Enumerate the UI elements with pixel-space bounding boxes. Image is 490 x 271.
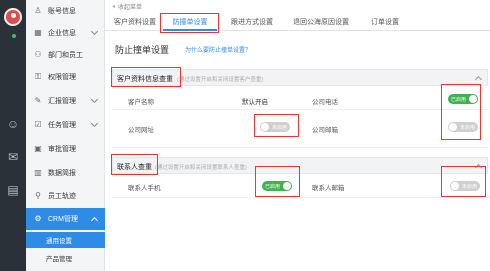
sidebar-item-crm[interactable]: ⚙ CRM管理 xyxy=(26,208,105,230)
section-contact-dedup[interactable]: 联系人查重 (通过设置开启和关闭设置联系人查重) xyxy=(112,157,488,174)
table-row: 客户名称 默认开启 公司电话 已启用 xyxy=(112,88,488,110)
online-status-icon xyxy=(12,34,16,38)
approval-icon: ▣ xyxy=(34,144,42,153)
menu-collapse-icon: ◂ xyxy=(112,4,116,10)
chevron-down-icon xyxy=(90,119,99,128)
collapse-menu-toggle[interactable]: ◂ 收起菜单 xyxy=(112,2,142,11)
chevron-up-icon[interactable] xyxy=(474,75,483,84)
highlight-box xyxy=(160,13,219,33)
main-panel: ◂ 收起菜单 客户资料设置 防撞单设置 跟进方式设置 退回公海原因设置 订单设置… xyxy=(105,0,490,271)
sidebar-subitem-label: 通用设置 xyxy=(46,238,72,245)
sidebar-subitem-label: 产品管理 xyxy=(46,256,72,263)
mail-icon[interactable]: ✉ xyxy=(5,150,21,164)
sidebar-item-label: 部门和员工 xyxy=(48,52,83,59)
building-icon: ▦ xyxy=(34,28,42,37)
field-label: 联系人手机 xyxy=(128,185,161,192)
sidebar-item-tasks[interactable]: ☑ 任务管理 xyxy=(26,114,105,136)
task-icon: ☑ xyxy=(34,120,42,129)
icon-rail: ☺ ✉ ▤ xyxy=(0,0,26,271)
tab-return-reason[interactable]: 退回公海原因设置 xyxy=(285,14,357,31)
collapse-menu-label: 收起菜单 xyxy=(118,5,143,11)
page-title: 防止撞单设置 xyxy=(115,45,170,55)
tab-order-settings[interactable]: 订单设置 xyxy=(363,14,407,31)
sidebar-item-account[interactable]: ♙ 账号信息 xyxy=(26,0,105,22)
tab-customer-info[interactable]: 客户资料设置 xyxy=(111,14,159,31)
field-label: 联系人邮箱 xyxy=(312,185,345,192)
chevron-down-icon xyxy=(90,95,99,104)
highlight-box xyxy=(441,166,486,197)
highlight-box xyxy=(111,67,181,87)
sidebar-item-label: 汇报管理 xyxy=(48,98,76,105)
chart-icon: ▥ xyxy=(34,168,42,177)
sidebar-item-label: 审批管理 xyxy=(48,146,76,153)
sidebar-item-label: 任务管理 xyxy=(48,122,76,129)
field-label: 客户名称 xyxy=(128,99,154,106)
sidebar-item-permissions[interactable]: ⚿ 权限管理 xyxy=(26,66,105,88)
field-label: 公司邮箱 xyxy=(312,127,338,134)
crm-icon: ⚙ xyxy=(34,214,42,223)
sidebar-item-data-brief[interactable]: ▥ 数据简报 xyxy=(26,162,105,184)
sidebar-item-reports[interactable]: ✎ 汇报管理 xyxy=(26,90,105,112)
sidebar-item-label: 企业信息 xyxy=(48,30,76,37)
user-icon: ♙ xyxy=(34,6,42,15)
highlight-box xyxy=(111,154,158,175)
highlight-box xyxy=(255,166,300,197)
location-icon: ⚲ xyxy=(35,191,41,200)
sidebar-item-label: CRM管理 xyxy=(48,216,78,223)
chevron-up-icon xyxy=(90,216,99,225)
avatar[interactable] xyxy=(4,8,22,26)
sidebar-item-label: 账号信息 xyxy=(48,8,76,15)
sidebar-item-label: 数据简报 xyxy=(48,170,76,177)
sidebar-subitem-products[interactable]: 产品管理 xyxy=(26,250,105,266)
sidebar-item-departments[interactable]: ⚇ 部门和员工 xyxy=(26,44,105,66)
field-label: 公司网址 xyxy=(128,127,154,134)
field-label: 公司电话 xyxy=(312,99,338,106)
sidebar-item-label: 权限管理 xyxy=(48,74,76,81)
sidebar-item-employee-track[interactable]: ⚲ 员工轨迹 xyxy=(26,185,105,207)
sidebar: ♙ 账号信息 ▦ 企业信息 ⚇ 部门和员工 ⚿ 权限管理 ✎ 汇报管理 ☑ 任务… xyxy=(26,0,105,271)
highlight-box xyxy=(441,84,481,140)
help-link[interactable]: 为什么要防止撞单设置？ xyxy=(185,45,251,54)
chat-icon[interactable]: ☺ xyxy=(5,117,21,131)
default-enabled-text: 默认开启 xyxy=(242,99,268,106)
sidebar-item-company[interactable]: ▦ 企业信息 xyxy=(26,22,105,44)
section-note: (通过设置开启和关闭设置联系人查重) xyxy=(155,165,247,171)
lock-icon: ⚿ xyxy=(34,72,42,81)
report-icon: ✎ xyxy=(34,96,42,105)
notebook-icon[interactable]: ▤ xyxy=(5,183,21,197)
tab-follow-up[interactable]: 跟进方式设置 xyxy=(224,14,280,31)
table-row: 联系人手机 已启用 联系人邮箱 未启用 xyxy=(112,174,488,198)
table-row: 公司网址 未启用 公司邮箱 未启用 xyxy=(112,110,488,148)
highlight-box xyxy=(254,114,299,137)
sidebar-item-label: 员工轨迹 xyxy=(48,193,76,200)
chevron-down-icon xyxy=(90,27,99,36)
section-note: (通过设置开启和关闭设置客户查重) xyxy=(177,77,264,83)
sidebar-item-approvals[interactable]: ▣ 审批管理 xyxy=(26,138,105,160)
sidebar-subitem-general-settings[interactable]: 通用设置 xyxy=(26,232,105,248)
org-icon: ⚇ xyxy=(34,50,42,59)
